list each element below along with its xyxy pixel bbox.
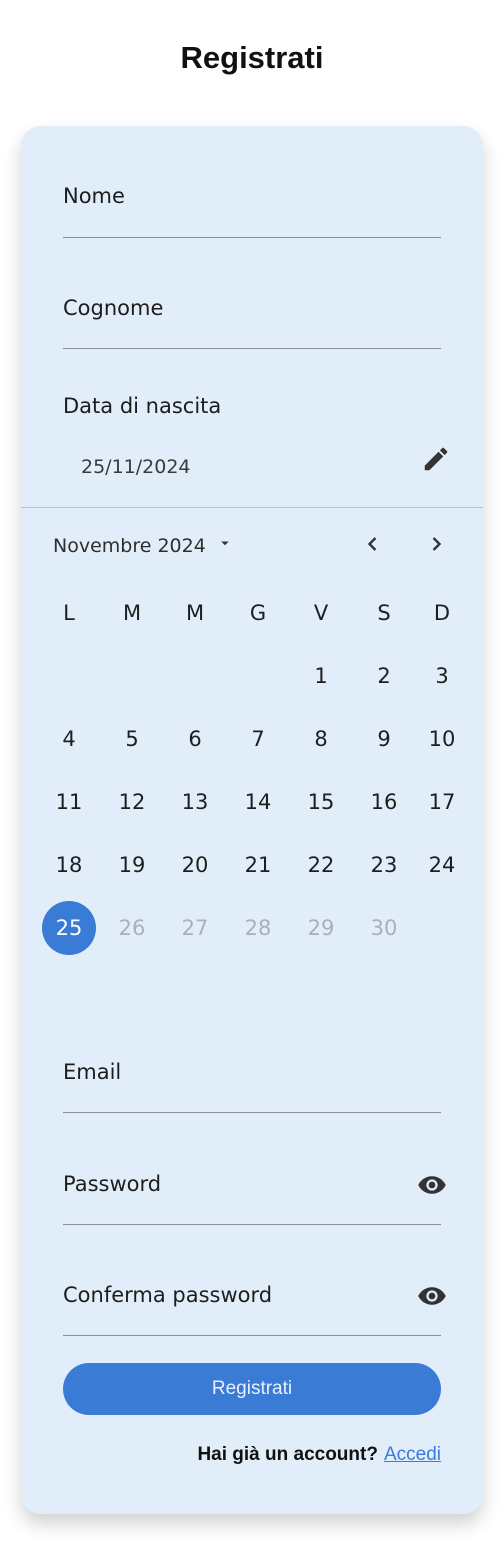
eye-icon[interactable] (417, 1286, 447, 1306)
weekday-header: G (249, 601, 267, 625)
month-year-label: Novembre 2024 (53, 534, 206, 557)
weekday-header: V (313, 601, 329, 625)
first-name-underline (63, 237, 441, 238)
calendar-day[interactable]: 9 (357, 712, 411, 766)
calendar-day[interactable]: 17 (415, 775, 469, 829)
calendar-day[interactable]: 13 (168, 775, 222, 829)
email-label: Email (63, 1060, 122, 1084)
calendar-day[interactable]: 11 (42, 775, 96, 829)
calendar-day[interactable]: 14 (231, 775, 285, 829)
calendar-day[interactable]: 5 (105, 712, 159, 766)
calendar-divider (21, 507, 483, 508)
calendar-day[interactable]: 18 (42, 838, 96, 892)
password-underline (63, 1224, 441, 1225)
calendar-day[interactable]: 21 (231, 838, 285, 892)
weekday-header: M (185, 601, 205, 625)
last-name-underline (63, 348, 441, 349)
calendar-day: 30 (370, 916, 398, 940)
confirm-password-label: Conferma password (63, 1283, 273, 1307)
password-label: Password (63, 1172, 162, 1196)
chevron-left-icon (361, 532, 385, 560)
calendar-day[interactable]: 16 (357, 775, 411, 829)
prev-month-button[interactable] (359, 532, 387, 560)
calendar-day: 26 (118, 916, 146, 940)
weekday-header: S (377, 601, 391, 625)
caret-down-icon (216, 534, 234, 557)
calendar-day: 27 (181, 916, 209, 940)
email-underline (63, 1112, 441, 1113)
registration-card: Nome Cognome Data di nascita 25/11/2024 … (21, 126, 483, 1514)
dob-label: Data di nascita (63, 394, 222, 418)
calendar-day[interactable]: 20 (168, 838, 222, 892)
calendar-day[interactable]: 1 (294, 649, 348, 703)
calendar-day[interactable]: 24 (415, 838, 469, 892)
last-name-label: Cognome (63, 296, 164, 320)
calendar-day[interactable]: 22 (294, 838, 348, 892)
chevron-right-icon (424, 532, 448, 560)
calendar-day: 29 (307, 916, 335, 940)
dob-input[interactable]: 25/11/2024 (81, 456, 191, 478)
month-year-dropdown[interactable]: Novembre 2024 (53, 534, 234, 557)
calendar-day[interactable]: 12 (105, 775, 159, 829)
calendar-day[interactable]: 25 (42, 901, 96, 955)
weekday-header: L (63, 601, 75, 625)
confirm-password-underline (63, 1335, 441, 1336)
calendar-day[interactable]: 7 (231, 712, 285, 766)
calendar-day[interactable]: 8 (294, 712, 348, 766)
login-question: Hai già un account? (197, 1444, 378, 1465)
first-name-label: Nome (63, 184, 125, 208)
calendar-day: 28 (244, 916, 272, 940)
calendar-day[interactable]: 23 (357, 838, 411, 892)
eye-icon[interactable] (417, 1175, 447, 1195)
calendar-day[interactable]: 19 (105, 838, 159, 892)
calendar-day[interactable]: 6 (168, 712, 222, 766)
login-link[interactable]: Accedi (384, 1444, 441, 1465)
weekday-header: M (122, 601, 142, 625)
calendar-day[interactable]: 10 (415, 712, 469, 766)
calendar-day[interactable]: 4 (42, 712, 96, 766)
calendar-day[interactable]: 2 (357, 649, 411, 703)
register-button[interactable]: Registrati (63, 1363, 441, 1415)
next-month-button[interactable] (422, 532, 450, 560)
weekday-header: D (433, 601, 451, 625)
pencil-icon[interactable] (421, 444, 451, 474)
page-title: Registrati (180, 40, 324, 75)
login-prompt: Hai già un account? Accedi (197, 1444, 441, 1466)
calendar-day[interactable]: 3 (415, 649, 469, 703)
calendar-day[interactable]: 15 (294, 775, 348, 829)
